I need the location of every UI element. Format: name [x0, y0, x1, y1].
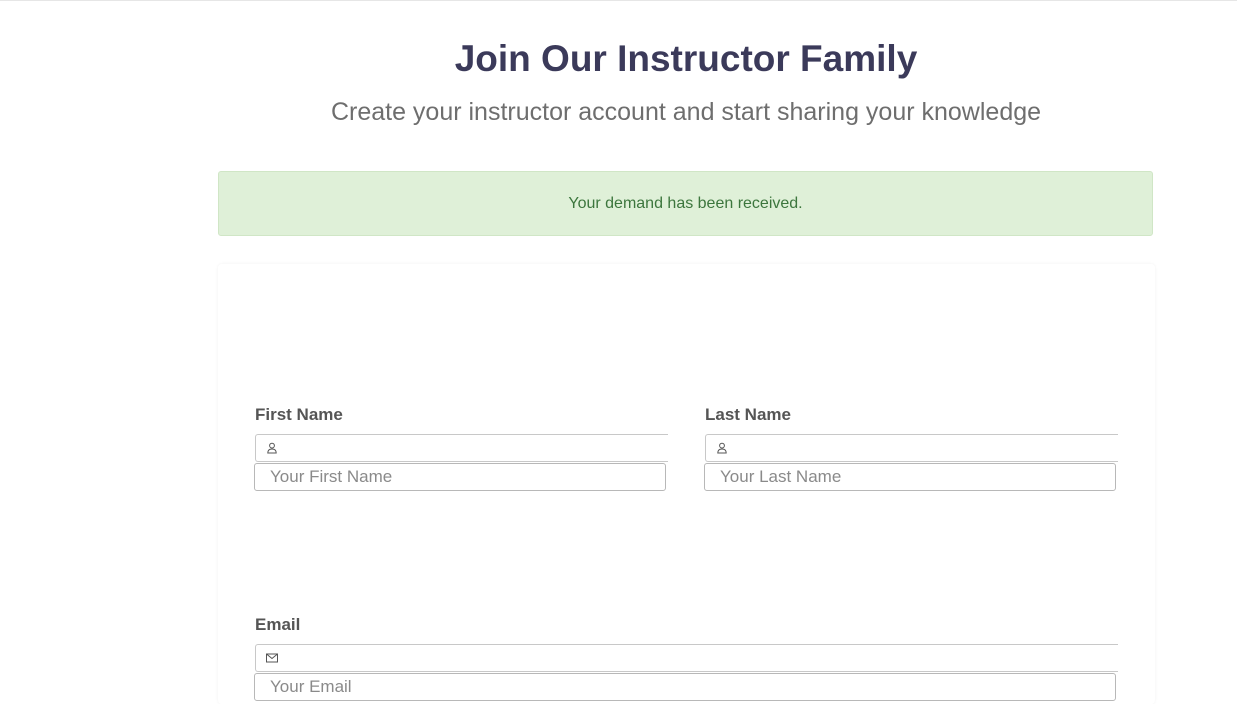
success-alert-message: Your demand has been received. [568, 194, 803, 212]
last-name-input[interactable] [704, 463, 1116, 491]
page-title: Join Our Instructor Family [454, 38, 918, 79]
page-subtitle: Create your instructor account and start… [330, 98, 1042, 126]
top-divider [0, 0, 1237, 1]
email-label: Email [255, 615, 301, 634]
last-name-label: Last Name [705, 405, 791, 424]
first-name-input[interactable] [254, 463, 666, 491]
first-name-icon-addon [255, 434, 668, 462]
email-icon-addon [255, 644, 1118, 672]
last-name-icon-addon [705, 434, 1118, 462]
user-icon [267, 442, 277, 454]
envelope-icon [266, 653, 278, 663]
first-name-label: First Name [255, 405, 343, 424]
success-alert: Your demand has been received. [218, 171, 1153, 236]
user-icon [717, 442, 727, 454]
email-input[interactable] [254, 673, 1116, 701]
